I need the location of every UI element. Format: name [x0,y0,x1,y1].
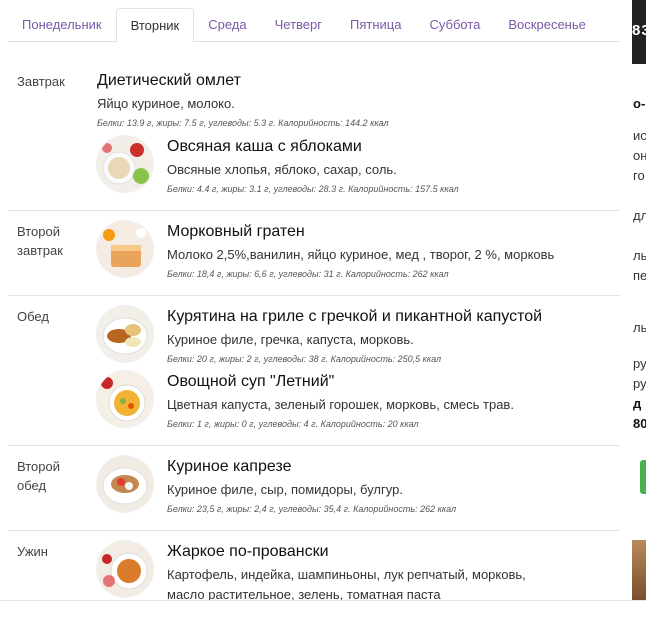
dish-item[interactable]: Морковный гратен Молоко 2,5%,ванилин, яй… [97,221,617,281]
background-text: пе [633,268,646,283]
background-text: о-, [633,96,646,111]
dish-item[interactable]: Курятина на гриле с гречкой и пикантной … [97,306,617,366]
meal-label: Обед [17,309,49,324]
dish-name: Овсяная каша с яблоками [167,138,362,155]
dish-name: Жаркое по-провански [167,543,329,560]
dish-nutrition: Белки: 13.9 г, жиры: 7.5 г, углеводы: 5.… [97,118,389,128]
background-page-header: 83 [632,0,646,64]
dish-item[interactable]: Диетический омлет Яйцо куриное, молоко. … [97,70,617,130]
background-text: ль [633,248,646,263]
dish-ingredients: Цветная капуста, зеленый горошек, морков… [167,397,514,412]
dish-name: Куриное капрезе [167,458,292,475]
tab-wednesday[interactable]: Среда [194,8,260,41]
background-text: ру [633,376,646,391]
tab-friday[interactable]: Пятница [336,8,415,41]
background-text: д [633,396,642,411]
background-text: го [633,168,645,183]
background-image [632,540,646,600]
weekly-menu-panel: Понедельник Вторник Среда Четверг Пятниц… [0,0,632,600]
meal-label: Второй обед [17,459,60,493]
meal-label: Ужин [17,544,48,559]
meal-section-dinner: Ужин Жаркое по-провански Картофель, инде… [8,531,620,600]
dish-ingredients: Яйцо куриное, молоко. [97,96,235,111]
page-bottom [0,600,646,640]
dish-photo [97,221,153,277]
dish-nutrition: Белки: 1 г, жиры: 0 г, углеводы: 4 г. Ка… [167,419,419,429]
meal-section-lunch: Обед Курятина на гриле с гречкой и пикан… [8,296,620,446]
background-text: 80 [633,416,646,431]
dish-photo [97,306,153,362]
dish-ingredients: Овсяные хлопья, яблоко, сахар, соль. [167,162,397,177]
dish-nutrition: Белки: 4.4 г, жиры: 3.1 г, углеводы: 28.… [167,184,459,194]
tab-saturday[interactable]: Суббота [415,8,494,41]
tab-monday[interactable]: Понедельник [8,8,116,41]
dish-name: Морковный гратен [167,223,305,240]
dish-photo [97,371,153,427]
dish-photo [97,541,153,597]
background-text: он [633,148,646,163]
day-tabs: Понедельник Вторник Среда Четверг Пятниц… [8,8,620,42]
dish-name: Курятина на гриле с гречкой и пикантной … [167,308,543,325]
background-text: дл [633,208,646,223]
meal-section-second-breakfast: Второй завтрак Морковный гратен Молоко 2… [8,211,620,296]
dish-photo [97,136,153,192]
dish-item[interactable]: Жаркое по-провански Картофель, индейка, … [97,541,617,600]
dish-ingredients: Молоко 2,5%,ванилин, яйцо куриное, мед ,… [167,247,555,262]
background-text: ис [633,128,646,143]
background-text: ль [633,320,646,335]
dish-nutrition: Белки: 18,4 г, жиры: 6,6 г, углеводы: 31… [167,269,449,279]
background-text: ру [633,356,646,371]
tab-sunday[interactable]: Воскресенье [494,8,599,41]
dish-photo [97,456,153,512]
background-button [640,460,646,494]
background-header-text: 83 [632,22,646,39]
tab-thursday[interactable]: Четверг [261,8,336,41]
dish-item[interactable]: Овсяная каша с яблоками Овсяные хлопья, … [97,136,617,196]
dish-ingredients: Картофель, индейка, шампиньоны, лук репч… [167,567,526,600]
dish-ingredients: Куриное филе, гречка, капуста, морковь. [167,332,414,347]
dish-nutrition: Белки: 23,5 г, жиры: 2,4 г, углеводы: 35… [167,504,457,514]
meal-section-second-lunch: Второй обед Куриное капрезе Куриное филе… [8,446,620,531]
dish-item[interactable]: Куриное капрезе Куриное филе, сыр, помид… [97,456,617,516]
meal-section-breakfast: Завтрак Диетический омлет Яйцо куриное, … [8,56,620,211]
dish-name: Овощной суп "Летний" [167,373,335,390]
dish-name: Диетический омлет [97,72,241,89]
tab-tuesday[interactable]: Вторник [115,8,195,42]
background-page: 83 о-, ис он го дл ль пе ль ру ру д 80 [632,0,646,600]
meal-label: Второй завтрак [17,224,63,258]
dish-ingredients: Куриное филе, сыр, помидоры, булгур. [167,482,403,497]
dish-item[interactable]: Овощной суп "Летний" Цветная капуста, зе… [97,371,617,431]
dish-nutrition: Белки: 20 г, жиры: 2 г, углеводы: 38 г. … [167,354,442,364]
meal-label: Завтрак [17,74,65,89]
